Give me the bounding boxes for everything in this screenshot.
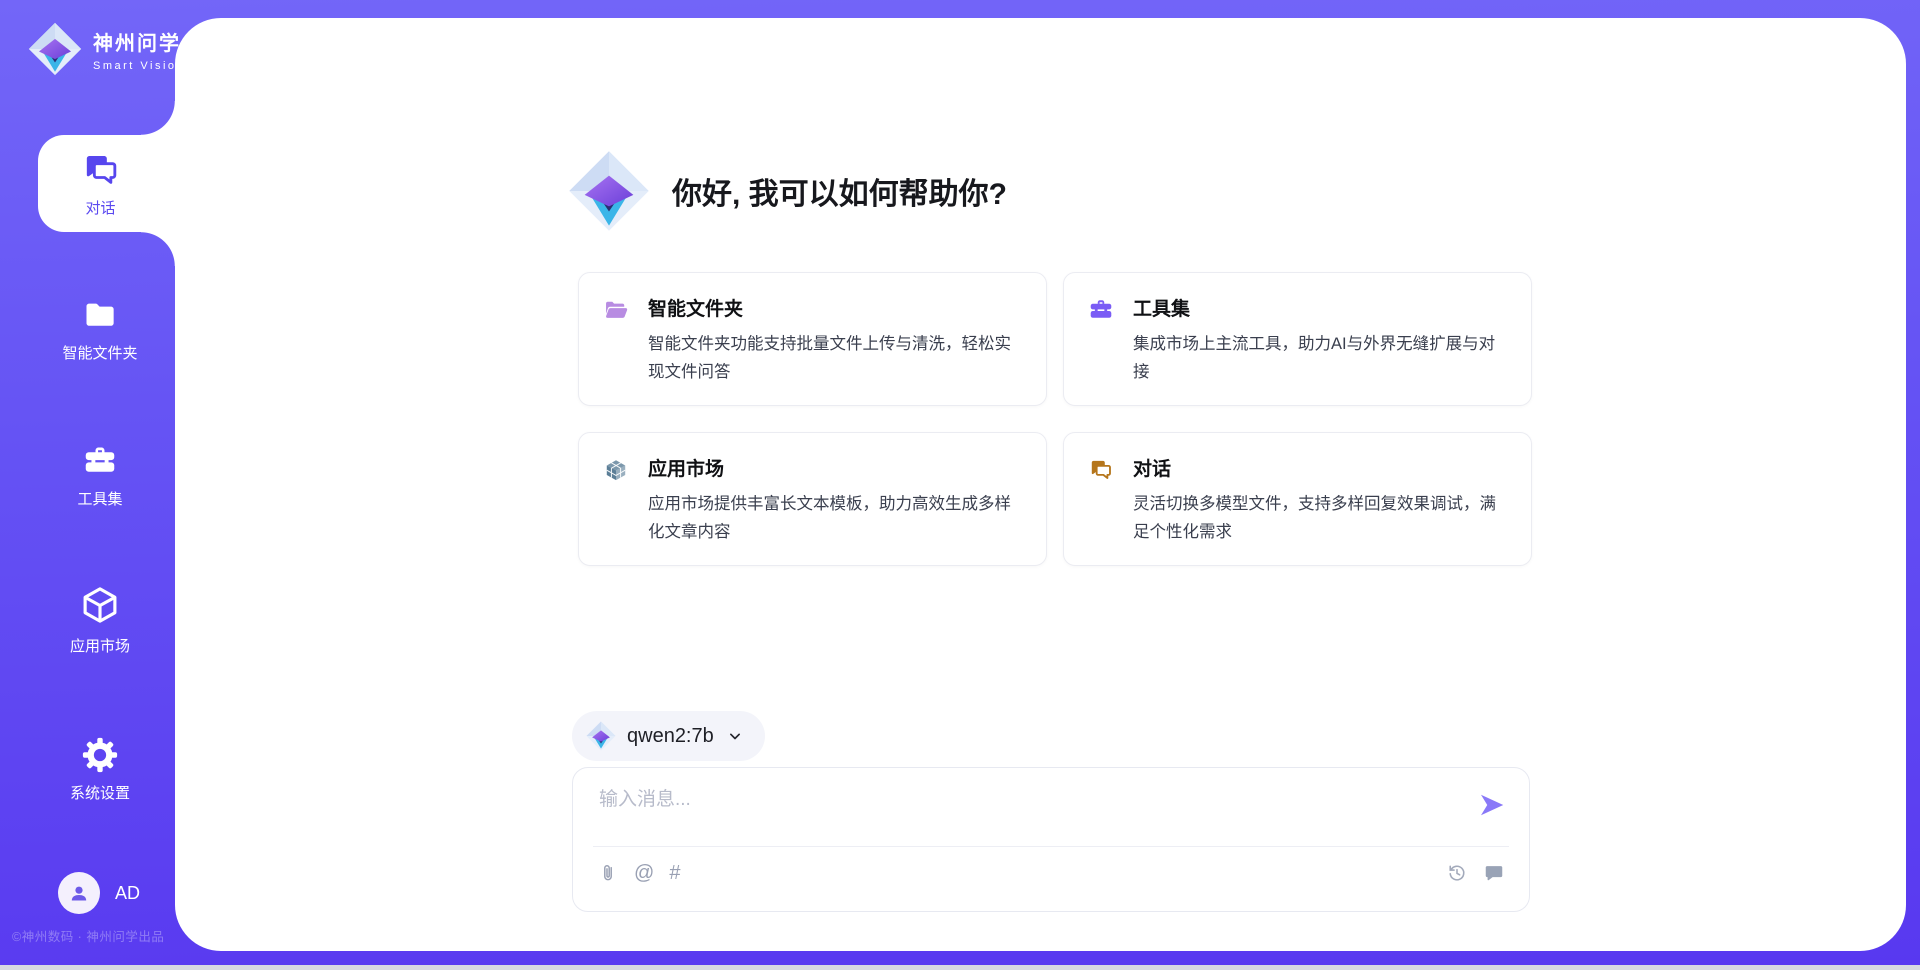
cube-grid-icon — [603, 457, 629, 483]
folder-open-icon — [603, 297, 629, 323]
card-chat[interactable]: 对话 灵活切换多模型文件，支持多样回复效果调试，满足个性化需求 — [1063, 432, 1532, 566]
chat-bubble-icon[interactable] — [1483, 862, 1505, 884]
feature-cards: 智能文件夹 智能文件夹功能支持批量文件上传与清洗，轻松实现文件问答 工具集 集成… — [578, 272, 1532, 566]
card-description: 智能文件夹功能支持批量文件上传与清洗，轻松实现文件问答 — [648, 330, 1022, 386]
card-title: 应用市场 — [648, 454, 1022, 481]
message-composer: @ # — [572, 767, 1530, 912]
brand-subtitle: Smart Vision — [93, 60, 185, 72]
brand-logo: 神州问学 Smart Vision — [28, 22, 185, 76]
chat-icon — [81, 150, 121, 190]
avatar — [58, 872, 100, 914]
card-toolset[interactable]: 工具集 集成市场上主流工具，助力AI与外界无缝扩展与对接 — [1063, 272, 1532, 406]
sidebar-item-toolset[interactable]: 工具集 — [25, 443, 175, 509]
user-account[interactable]: AD — [58, 872, 140, 914]
person-icon — [67, 881, 91, 905]
chat-icon — [1088, 457, 1114, 483]
paperclip-icon[interactable] — [597, 862, 619, 884]
composer-right-tools — [1446, 862, 1505, 884]
gem-diamond-icon — [568, 150, 650, 232]
briefcase-icon — [82, 443, 118, 479]
brand-name: 神州问学 — [93, 27, 185, 56]
gem-diamond-icon — [586, 721, 616, 751]
sidebar-item-app-market[interactable]: 应用市场 — [25, 584, 175, 656]
composer-tools: @ # — [597, 862, 680, 884]
greeting-block: 你好, 我可以如何帮助你? — [568, 150, 1007, 232]
card-description: 集成市场上主流工具，助力AI与外界无缝扩展与对接 — [1133, 330, 1507, 386]
sidebar-item-smart-folder[interactable]: 智能文件夹 — [25, 297, 175, 363]
card-description: 应用市场提供丰富长文本模板，助力高效生成多样化文章内容 — [648, 490, 1022, 546]
history-icon[interactable] — [1446, 862, 1468, 884]
tab-curve-top — [141, 101, 175, 135]
sidebar-item-label: 系统设置 — [70, 782, 130, 803]
sidebar-item-label: 智能文件夹 — [62, 342, 137, 363]
card-title: 对话 — [1133, 454, 1507, 481]
card-description: 灵活切换多模型文件，支持多样回复效果调试，满足个性化需求 — [1133, 490, 1507, 546]
send-button[interactable] — [1477, 790, 1507, 820]
sidebar-item-settings[interactable]: 系统设置 — [25, 737, 175, 803]
at-icon[interactable]: @ — [634, 862, 654, 884]
sidebar-item-label: 对话 — [85, 197, 115, 218]
briefcase-icon — [1088, 297, 1114, 323]
model-name: qwen2:7b — [627, 725, 714, 748]
card-app-market[interactable]: 应用市场 应用市场提供丰富长文本模板，助力高效生成多样化文章内容 — [578, 432, 1047, 566]
card-title: 智能文件夹 — [648, 294, 1022, 321]
chevron-down-icon — [725, 726, 745, 746]
gear-icon — [82, 737, 118, 773]
model-selector[interactable]: qwen2:7b — [572, 711, 765, 761]
composer-divider — [593, 846, 1509, 847]
greeting-text: 你好, 我可以如何帮助你? — [672, 169, 1007, 213]
bottom-edge-strip — [0, 965, 1920, 970]
message-input[interactable] — [599, 784, 1459, 838]
sidebar-footer-credit: ©神州数码 · 神州问学出品 — [12, 926, 164, 945]
card-smart-folder[interactable]: 智能文件夹 智能文件夹功能支持批量文件上传与清洗，轻松实现文件问答 — [578, 272, 1047, 406]
card-title: 工具集 — [1133, 294, 1507, 321]
sidebar-item-label: 工具集 — [77, 488, 122, 509]
hash-icon[interactable]: # — [669, 862, 680, 884]
folder-icon — [82, 297, 118, 333]
gem-diamond-icon — [28, 22, 82, 76]
tab-curve-bottom — [141, 232, 175, 266]
sidebar-item-label: 应用市场 — [70, 635, 130, 656]
sidebar-item-chat[interactable]: 对话 — [38, 135, 175, 232]
user-initials: AD — [115, 883, 140, 904]
send-arrow-icon — [1477, 790, 1507, 820]
cube-icon — [79, 584, 121, 626]
